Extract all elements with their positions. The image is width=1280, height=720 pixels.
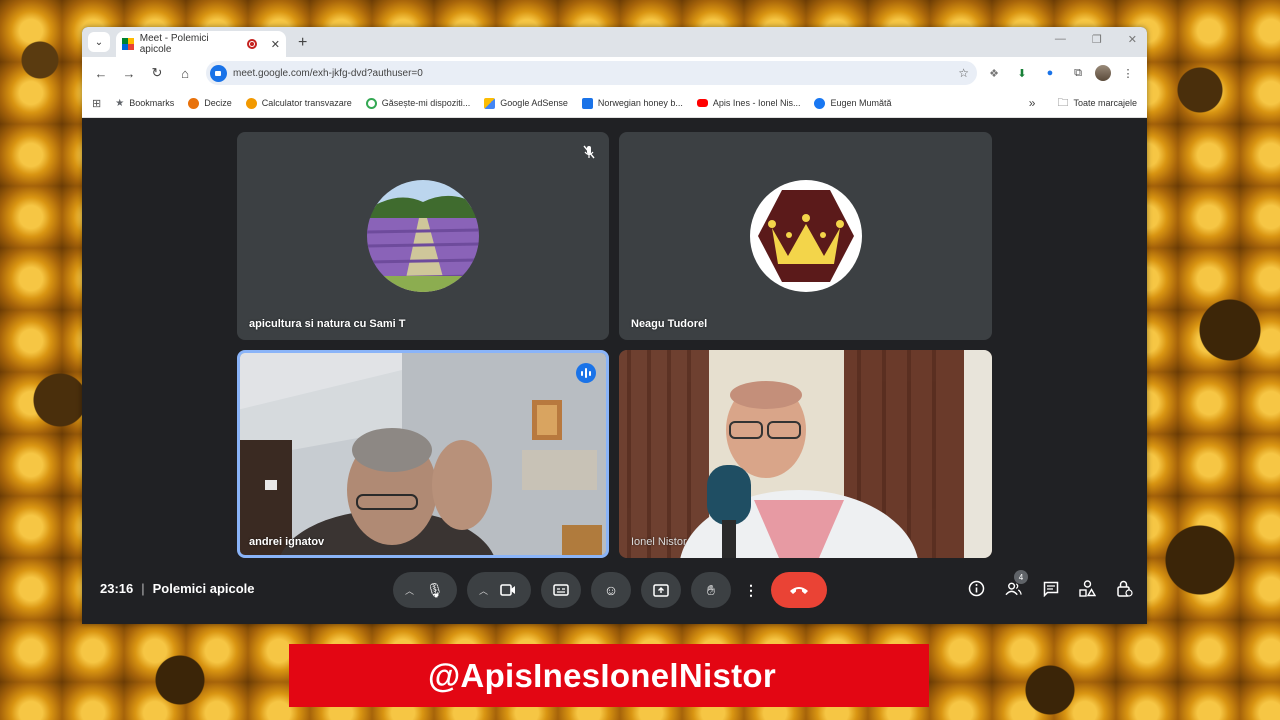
address-bar[interactable]: meet.google.com/exh-jkfg-dvd?authuser=0 … <box>206 61 977 85</box>
new-tab-button[interactable]: + <box>298 34 307 52</box>
video-options-chevron-icon[interactable]: ︿ <box>479 584 488 597</box>
tab-meet[interactable]: Meet - Polemici apicole ✕ <box>116 31 286 57</box>
participant-name: apicultura si natura cu Sami T <box>249 318 406 330</box>
find-device-icon <box>365 97 377 109</box>
folder-icon: 🗀 <box>1057 96 1069 109</box>
participant-tile[interactable]: apicultura si natura cu Sami T <box>237 132 609 340</box>
present-screen-icon <box>653 583 669 597</box>
host-lock-icon <box>1117 580 1133 597</box>
participant-tile[interactable]: Ionel Nistor <box>619 350 992 558</box>
present-screen-button[interactable] <box>641 572 681 608</box>
crown-hexagon-avatar <box>750 180 862 292</box>
closed-captions-icon <box>553 584 569 596</box>
muted-mic-icon <box>583 145 595 159</box>
close-window-button[interactable]: ✕ <box>1128 33 1137 46</box>
participant-name: Neagu Tudorel <box>631 318 708 330</box>
meet-stage: apicultura si natura cu Sami T Neagu Tud… <box>82 118 1147 624</box>
meeting-details-button[interactable] <box>968 580 985 597</box>
recording-icon <box>246 39 257 49</box>
bookmark-item[interactable]: Eugen Mumătă <box>814 97 892 109</box>
extensions-puzzle-icon[interactable]: ⧉ <box>1067 67 1089 80</box>
tab-title: Meet - Polemici apicole <box>139 33 209 55</box>
browser-toolbar: ← → ↻ ⌂ meet.google.com/exh-jkfg-dvd?aut… <box>82 57 1147 89</box>
participant-tile[interactable]: Neagu Tudorel <box>619 132 992 340</box>
site-info-icon[interactable] <box>210 64 227 82</box>
meeting-controls-bar: 23:16 | Polemici apicole ︿ 🎙︎ ︿ ☺ ✋︎ ⋮ 4 <box>82 558 1147 624</box>
tab-strip: ⌄ Meet - Polemici apicole ✕ + — ❐ ✕ <box>82 27 1147 57</box>
camera-icon[interactable] <box>500 584 516 596</box>
meet-favicon-icon <box>122 38 134 50</box>
participant-tile[interactable]: andrei ignatov <box>237 350 609 558</box>
bookmark-item[interactable]: Google AdSense <box>484 97 568 109</box>
profile-avatar[interactable] <box>1095 65 1111 81</box>
facebook-icon <box>814 97 826 109</box>
channel-handle-banner: @ApisInesIonelNistor <box>289 644 929 707</box>
participant-video-feed <box>240 353 606 555</box>
people-count-badge: 4 <box>1014 570 1028 584</box>
host-controls-button[interactable] <box>1116 580 1133 597</box>
emoji-icon: ☺ <box>603 582 619 598</box>
tab-close-icon[interactable]: ✕ <box>271 38 280 51</box>
bookmarks-overflow-button[interactable]: » <box>1029 96 1036 110</box>
bookmarks-bar: ⊞ ★ Bookmarks Decize Calculator transvaz… <box>82 89 1147 118</box>
more-options-button[interactable]: ⋮ <box>741 572 761 608</box>
raise-hand-button[interactable]: ✋︎ <box>691 572 731 608</box>
participant-name: andrei ignatov <box>249 536 325 548</box>
minimize-button[interactable]: — <box>1055 33 1066 46</box>
zoom-extension-icon[interactable]: ● <box>1039 67 1061 79</box>
dropbox-extension-icon[interactable]: ❖ <box>983 67 1005 80</box>
captions-button[interactable] <box>541 572 581 608</box>
camera-control[interactable]: ︿ <box>467 572 531 608</box>
browser-menu-icon[interactable]: ⋮ <box>1117 67 1139 80</box>
leave-call-button[interactable] <box>771 572 827 608</box>
people-button[interactable]: 4 <box>1005 570 1028 597</box>
url-text[interactable]: meet.google.com/exh-jkfg-dvd?authuser=0 <box>233 68 958 79</box>
bookmark-item[interactable]: Apis Ines - Ionel Nis... <box>696 98 800 108</box>
meeting-info: 23:16 | Polemici apicole <box>100 581 255 596</box>
bookmark-item[interactable]: Găsește-mi dispoziti... <box>365 97 470 109</box>
decize-icon <box>188 97 200 109</box>
download-extension-icon[interactable]: ⬇ <box>1011 67 1033 80</box>
apps-grid-icon[interactable]: ⊞ <box>92 97 101 110</box>
all-bookmarks-button[interactable]: 🗀 Toate marcajele <box>1057 94 1137 113</box>
hang-up-phone-icon <box>790 587 808 594</box>
home-icon[interactable]: ⌂ <box>174 66 196 81</box>
participant-video-feed <box>619 350 992 558</box>
star-icon: ★ <box>115 97 125 109</box>
restore-button[interactable]: ❐ <box>1092 33 1102 46</box>
reactions-button[interactable]: ☺ <box>591 572 631 608</box>
forward-arrow-icon[interactable]: → <box>118 66 140 81</box>
bookmark-item[interactable]: ★ Bookmarks <box>115 98 174 109</box>
back-arrow-icon[interactable]: ← <box>90 66 112 81</box>
meeting-info-separator: | <box>141 581 145 596</box>
bookmark-item[interactable]: Decize <box>188 97 232 109</box>
meeting-name: Polemici apicole <box>152 581 255 596</box>
tab-search-button[interactable]: ⌄ <box>88 32 110 52</box>
chat-button[interactable] <box>1042 580 1059 597</box>
adsense-icon <box>484 97 496 109</box>
youtube-icon <box>696 99 708 107</box>
speaking-indicator-icon <box>576 363 596 383</box>
lavender-field-avatar <box>367 180 479 292</box>
browser-window: ⌄ Meet - Polemici apicole ✕ + — ❐ ✕ ← → … <box>82 27 1147 624</box>
audio-options-chevron-icon[interactable]: ︿ <box>405 584 414 597</box>
window-controls: — ❐ ✕ <box>1055 33 1137 46</box>
more-vert-icon: ⋮ <box>744 581 758 598</box>
microphone-icon[interactable]: 🎙︎ <box>426 582 444 599</box>
info-icon <box>968 580 985 597</box>
calculator-icon <box>245 97 257 109</box>
reload-icon[interactable]: ↻ <box>146 65 168 81</box>
bookmark-item[interactable]: Calculator transvazare <box>245 97 352 109</box>
chat-icon <box>1043 581 1058 597</box>
mic-control[interactable]: ︿ 🎙︎ <box>393 572 457 608</box>
meeting-clock: 23:16 <box>100 581 134 596</box>
activities-shapes-icon <box>1079 580 1096 597</box>
bookmark-item[interactable]: Norwegian honey b... <box>581 97 683 109</box>
participant-name: Ionel Nistor <box>631 536 687 548</box>
bookmark-star-icon[interactable]: ☆ <box>958 66 969 80</box>
activities-button[interactable] <box>1079 580 1096 597</box>
raise-hand-icon: ✋︎ <box>707 581 715 598</box>
p-icon <box>581 97 593 109</box>
